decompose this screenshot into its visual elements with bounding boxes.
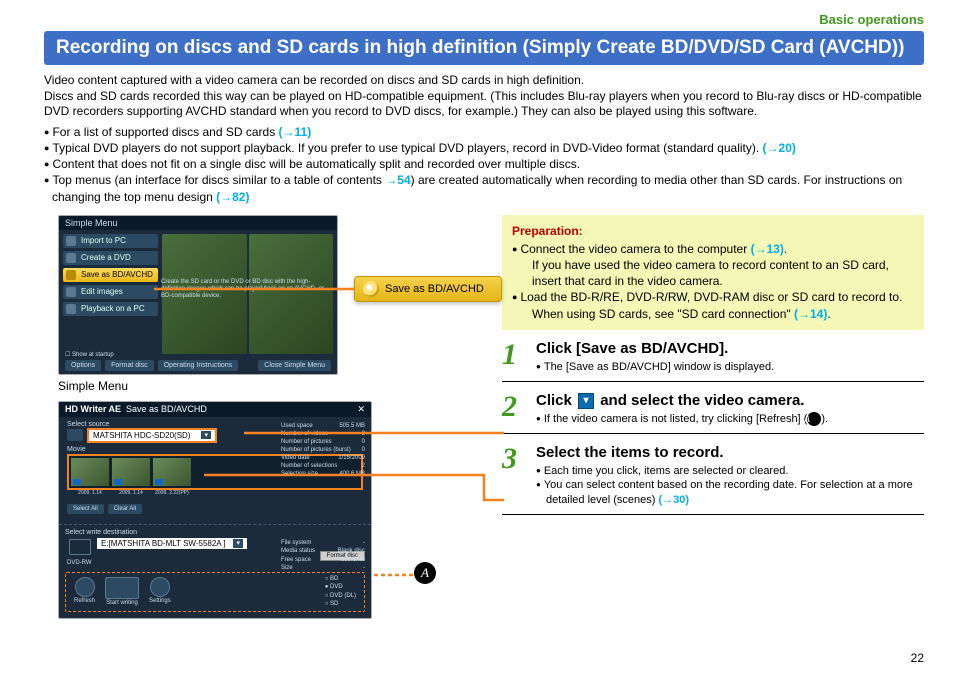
- refresh-button[interactable]: Refresh: [74, 577, 95, 606]
- disc-icon: [363, 281, 379, 297]
- link-20[interactable]: (→20): [763, 141, 796, 155]
- preparation-box: Preparation: Connect the video camera to…: [502, 215, 924, 330]
- preparation-heading: Preparation:: [512, 223, 914, 239]
- sm-item-create-dvd[interactable]: Create a DVD: [63, 251, 158, 265]
- step-2-bullet: If the video camera is not listed, try c…: [536, 412, 924, 427]
- sm-description: Create the SD card or the DVD or BD disc…: [161, 279, 331, 301]
- clear-all-button[interactable]: Clear All: [108, 504, 142, 514]
- sm-show-startup-checkbox[interactable]: ☐ Show at startup: [65, 351, 114, 358]
- intro-bullet-2: Typical DVD players do not support playb…: [44, 140, 924, 156]
- drive-icon: [69, 539, 91, 555]
- thumb-2[interactable]: 2009. 1.14: [112, 458, 150, 486]
- chevron-down-icon[interactable]: ▾: [233, 539, 243, 548]
- destination-dropdown[interactable]: E:[MATSHITA BD-MLT SW-5582A ]▾: [97, 538, 247, 549]
- step-3-number: 3: [502, 444, 528, 509]
- step-3-bullet-1: Each time you click, items are selected …: [536, 464, 924, 479]
- save-as-bd-avchd-screenshot: HD Writer AE Save as BD/AVCHD ✕ Select s…: [58, 401, 372, 619]
- link-30[interactable]: (→30): [659, 494, 690, 506]
- sm-window-title: Simple Menu: [59, 216, 337, 230]
- source-info-panel: Used space505.5 MB Number of videos3 Num…: [281, 422, 365, 479]
- drive-label: DVD-RW: [67, 560, 92, 566]
- chevron-down-icon[interactable]: ▾: [201, 431, 211, 439]
- section-header: Basic operations: [44, 12, 924, 27]
- start-writing-button[interactable]: Start writing: [105, 577, 139, 606]
- inline-marker-a-icon: A: [807, 412, 821, 426]
- link-82[interactable]: (→82): [216, 190, 249, 204]
- destination-info-panel: File system- Media statusBlank disc Free…: [281, 539, 365, 571]
- step-2: 2 Click ▾ and select the video camera. I…: [502, 392, 924, 434]
- step-1-bullet: The [Save as BD/AVCHD] window is display…: [536, 360, 924, 375]
- step-1-title: Click [Save as BD/AVCHD].: [536, 340, 924, 357]
- prep-item-2: Load the BD-R/RE, DVD-R/RW, DVD-RAM disc…: [512, 289, 914, 321]
- simple-menu-caption: Simple Menu: [58, 379, 484, 393]
- dropdown-icon: ▾: [578, 393, 594, 409]
- source-dropdown[interactable]: MATSHITA HDC-SD20(SD)▾: [87, 428, 217, 443]
- step-3-title: Select the items to record.: [536, 444, 924, 461]
- simple-menu-screenshot: Simple Menu Import to PC Create a DVD Sa…: [58, 215, 338, 375]
- sm-operating-instructions-button[interactable]: Operating Instructions: [158, 360, 238, 371]
- prep-item-1: Connect the video camera to the computer…: [512, 241, 914, 290]
- sm-options-button[interactable]: Options: [65, 360, 101, 371]
- page-title: Recording on discs and SD cards in high …: [44, 31, 924, 65]
- intro-p1: Video content captured with a video came…: [44, 73, 924, 89]
- step-3-bullet-2: You can select content based on the reco…: [536, 478, 924, 508]
- intro-text: Video content captured with a video came…: [44, 73, 924, 205]
- link-11[interactable]: (→11): [279, 125, 312, 139]
- thumb-3[interactable]: 2009. 2.22(PP): [153, 458, 191, 486]
- intro-bullet-3: Content that does not fit on a single di…: [44, 156, 924, 172]
- intro-bullet-4: Top menus (an interface for discs simila…: [44, 172, 924, 204]
- select-destination-label: Select write destination: [65, 529, 365, 536]
- settings-button[interactable]: Settings: [149, 577, 171, 606]
- step-1-number: 1: [502, 340, 528, 375]
- close-icon[interactable]: ✕: [357, 404, 365, 415]
- intro-bullet-1: For a list of supported discs and SD car…: [44, 124, 924, 140]
- link-14[interactable]: (→14): [794, 307, 827, 321]
- callout-marker-a: A: [414, 562, 436, 584]
- bottom-toolbar: Refresh Start writing Settings ○ BD ● DV…: [65, 572, 365, 612]
- page-number: 22: [911, 651, 924, 665]
- step-3: 3 Select the items to record. Each time …: [502, 444, 924, 516]
- link-13[interactable]: (→13): [751, 242, 784, 256]
- sm-item-import[interactable]: Import to PC: [63, 234, 158, 248]
- sm-format-disc-button[interactable]: Format disc: [105, 360, 154, 371]
- step-2-number: 2: [502, 392, 528, 427]
- intro-p2: Discs and SD cards recorded this way can…: [44, 89, 924, 120]
- sm-item-playback-pc[interactable]: Playback on a PC: [63, 302, 158, 316]
- thumb-1[interactable]: 2009. 1.14: [71, 458, 109, 486]
- sm-item-edit-images[interactable]: Edit images: [63, 285, 158, 299]
- sm-item-save-bd-avchd[interactable]: Save as BD/AVCHD: [63, 268, 158, 282]
- select-all-button[interactable]: Select All: [67, 504, 104, 514]
- link-54[interactable]: →54: [385, 173, 410, 187]
- step-1: 1 Click [Save as BD/AVCHD]. The [Save as…: [502, 340, 924, 382]
- sm-close-button[interactable]: Close Simple Menu: [258, 360, 331, 371]
- media-type-radios[interactable]: ○ BD ● DVD ○ DVD (DL) ○ SD: [325, 575, 356, 609]
- callout-save-as-bd-avchd: Save as BD/AVCHD: [354, 276, 502, 302]
- step-2-title: Click ▾ and select the video camera.: [536, 392, 924, 409]
- camera-icon: [67, 429, 83, 441]
